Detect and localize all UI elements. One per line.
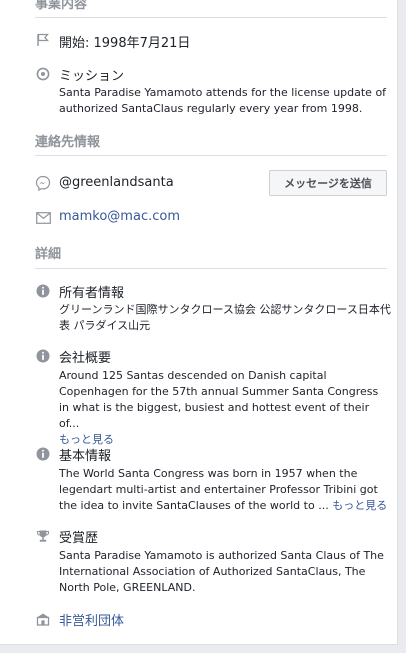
mission-text: Santa Paradise Yamamoto attends for the … — [59, 86, 387, 115]
company-overview-body: Around 125 Santas descended on Danish ca… — [59, 369, 379, 430]
owner-info-title: 所有者情報 — [59, 286, 125, 301]
info-icon — [35, 283, 51, 299]
send-message-button[interactable]: メッセージを送信 — [269, 170, 387, 196]
nonprofit-category-link[interactable]: 非営利団体 — [59, 610, 124, 629]
email-link[interactable]: mamko@mac.com — [59, 209, 180, 224]
start-date: 開始: 1998年7月21日 — [59, 36, 191, 51]
mission-icon — [35, 66, 51, 82]
mission-title: ミッション — [59, 69, 125, 84]
page-about-card: 事業内容 開始: 1998年7月21日 ミッション Santa Paradise… — [0, 0, 398, 645]
basic-info-body: The World Santa Congress was born in 195… — [59, 467, 378, 512]
divider — [35, 268, 387, 269]
owner-info-text: グリーンランド国際サンタクロース協会 公認サンタクロース日本代表 パラダイス山元 — [59, 303, 391, 332]
basic-info-text: The World Santa Congress was born in 195… — [59, 466, 391, 514]
email-icon — [35, 210, 51, 226]
messenger-icon — [35, 175, 51, 191]
company-overview-text: Around 125 Santas descended on Danish ca… — [59, 368, 391, 448]
awards-title: 受賞歴 — [59, 531, 99, 546]
trophy-icon — [35, 528, 51, 544]
divider — [35, 17, 387, 18]
see-more-link[interactable]: もっと見る — [332, 499, 387, 512]
info-icon — [35, 348, 51, 364]
divider — [35, 155, 387, 156]
nonprofit-icon — [35, 611, 51, 627]
flag-icon — [35, 32, 51, 48]
section-title-business: 事業内容 — [35, 0, 88, 12]
basic-info-title: 基本情報 — [59, 449, 112, 464]
company-overview-title: 会社概要 — [59, 351, 112, 366]
section-title-details: 詳細 — [35, 247, 62, 262]
info-icon — [35, 446, 51, 462]
section-title-contact: 連絡先情報 — [35, 135, 101, 150]
awards-text: Santa Paradise Yamamoto is authorized Sa… — [59, 549, 384, 594]
messenger-handle[interactable]: @greenlandsanta — [59, 175, 174, 190]
